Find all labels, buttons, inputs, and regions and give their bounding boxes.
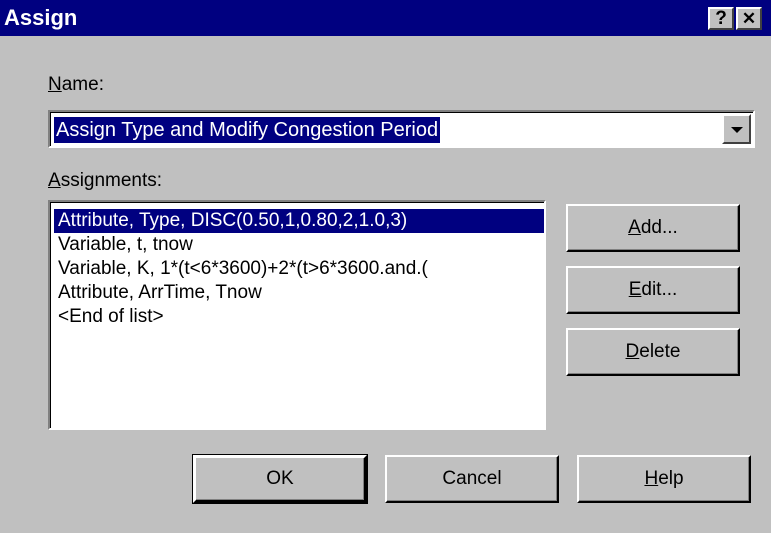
cancel-button-label: Cancel [442,468,502,489]
list-item[interactable]: <End of list> [56,305,166,329]
cancel-button[interactable]: Cancel [385,455,559,503]
chevron-down-icon [731,127,743,133]
title-bar[interactable]: Assign ? ✕ [0,0,771,36]
name-label: Name: [48,74,104,96]
help-title-button[interactable]: ? [708,7,734,30]
name-label-rest: ame: [61,74,104,95]
add-button[interactable]: Add... [566,204,740,252]
name-label-mnemonic: N [48,74,62,95]
assignments-label: Assignments: [48,170,162,192]
ok-button[interactable]: OK [192,454,368,504]
help-button-label: Help [644,468,684,489]
window-title: Assign [4,5,78,30]
ok-button-label: OK [266,468,294,489]
list-item[interactable]: Variable, K, 1*(t<6*3600)+2*(t>6*3600.an… [56,257,430,281]
list-item[interactable]: Attribute, Type, DISC(0.50,1,0.80,2,1.0,… [54,209,544,233]
question-mark-icon: ? [715,8,727,29]
help-button[interactable]: Help [577,455,751,503]
name-dropdown-button[interactable] [722,114,751,144]
edit-button[interactable]: Edit... [566,266,740,314]
close-icon: ✕ [741,9,757,28]
delete-button[interactable]: Delete [566,328,740,376]
close-title-button[interactable]: ✕ [736,7,762,30]
name-combobox-value[interactable]: Assign Type and Modify Congestion Period [54,117,441,143]
add-button-label: Add... [628,217,678,238]
assignments-listbox[interactable]: Attribute, Type, DISC(0.50,1,0.80,2,1.0,… [48,200,546,430]
assign-dialog: Assign ? ✕ Name: Assign Type and Modify … [0,0,771,533]
assignments-label-rest: ssignments: [60,170,163,191]
name-combobox[interactable]: Assign Type and Modify Congestion Period [48,110,755,148]
edit-button-label: Edit... [628,279,678,300]
list-item[interactable]: Attribute, ArrTime, Tnow [56,281,264,305]
delete-button-label: Delete [625,341,681,362]
list-item[interactable]: Variable, t, tnow [56,233,195,257]
assignments-label-mnemonic: A [48,170,61,191]
